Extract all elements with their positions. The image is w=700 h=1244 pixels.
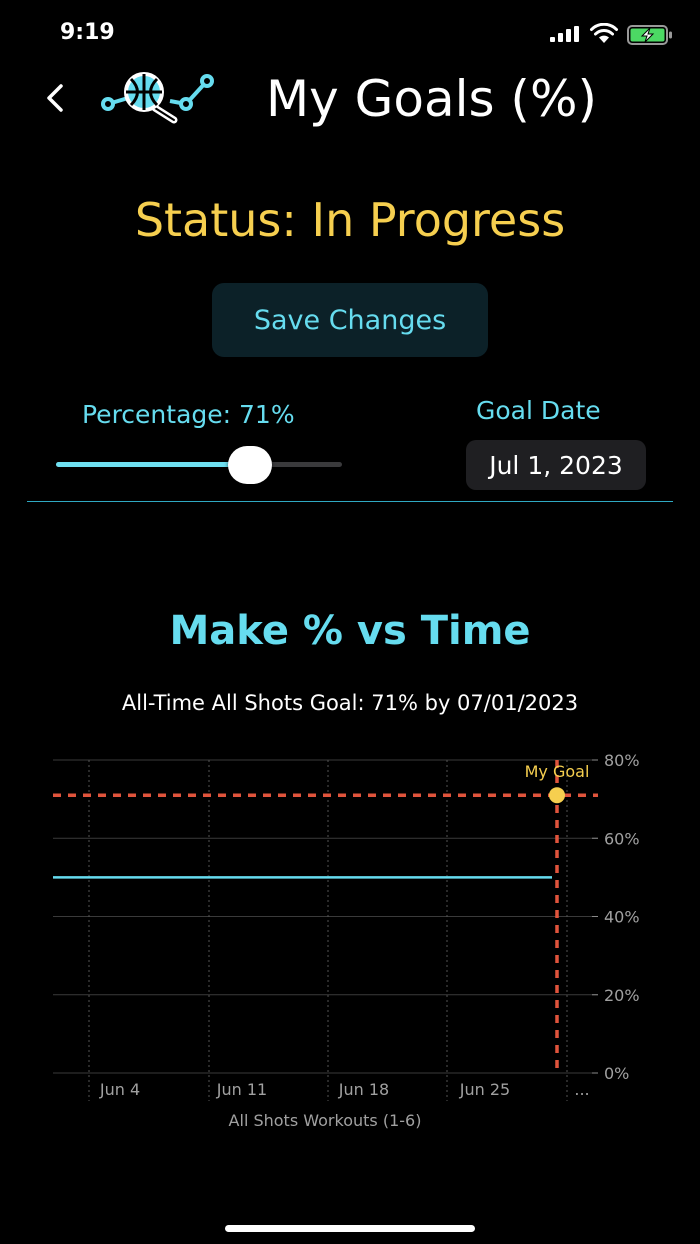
- goal-label: My Goal: [525, 762, 590, 781]
- home-indicator: [225, 1225, 475, 1232]
- y-tick-label: 0%: [604, 1064, 629, 1083]
- section-divider: [27, 501, 673, 502]
- battery-charging-icon: [627, 25, 672, 45]
- back-chevron-icon[interactable]: [40, 76, 70, 120]
- percentage-label: Percentage: 71%: [82, 400, 295, 429]
- y-tick-label: 40%: [604, 908, 640, 927]
- x-tick-label: ...: [574, 1080, 589, 1099]
- y-tick-label: 60%: [604, 829, 640, 848]
- x-tick-label: Jun 18: [338, 1080, 389, 1099]
- x-tick-label: Jun 4: [99, 1080, 140, 1099]
- goal-date-label: Goal Date: [476, 396, 601, 425]
- page-title: My Goals (%): [266, 70, 597, 128]
- status-bar-time: 9:19: [60, 20, 115, 45]
- basketball-trend-logo-icon: [101, 72, 214, 124]
- wifi-icon: [590, 23, 618, 43]
- cellular-signal-icon: [550, 26, 579, 42]
- x-tick-label: Jun 11: [216, 1080, 267, 1099]
- chart-subtitle: All-Time All Shots Goal: 71% by 07/01/20…: [121, 691, 579, 715]
- x-tick-label: Jun 25: [459, 1080, 510, 1099]
- make-percentage-chart: 0% 20% 40% 60% 80% Jun 4 Jun 11 Jun 18 Jun 25...…: [53, 751, 640, 1130]
- y-tick-label: 80%: [604, 751, 640, 770]
- slider-fill: [56, 462, 250, 467]
- y-tick-label: 20%: [604, 986, 640, 1005]
- chart-title: Make % vs Time: [169, 608, 531, 654]
- x-axis-label: All Shots Workouts (1-6): [229, 1111, 422, 1130]
- goal-marker: [549, 787, 565, 804]
- goal-date-picker[interactable]: Jul 1, 2023: [466, 440, 646, 490]
- percentage-slider[interactable]: [56, 446, 342, 484]
- save-changes-button[interactable]: Save Changes: [212, 283, 488, 357]
- goal-status-label: Status: In Progress: [134, 193, 566, 247]
- slider-thumb[interactable]: [227, 446, 272, 484]
